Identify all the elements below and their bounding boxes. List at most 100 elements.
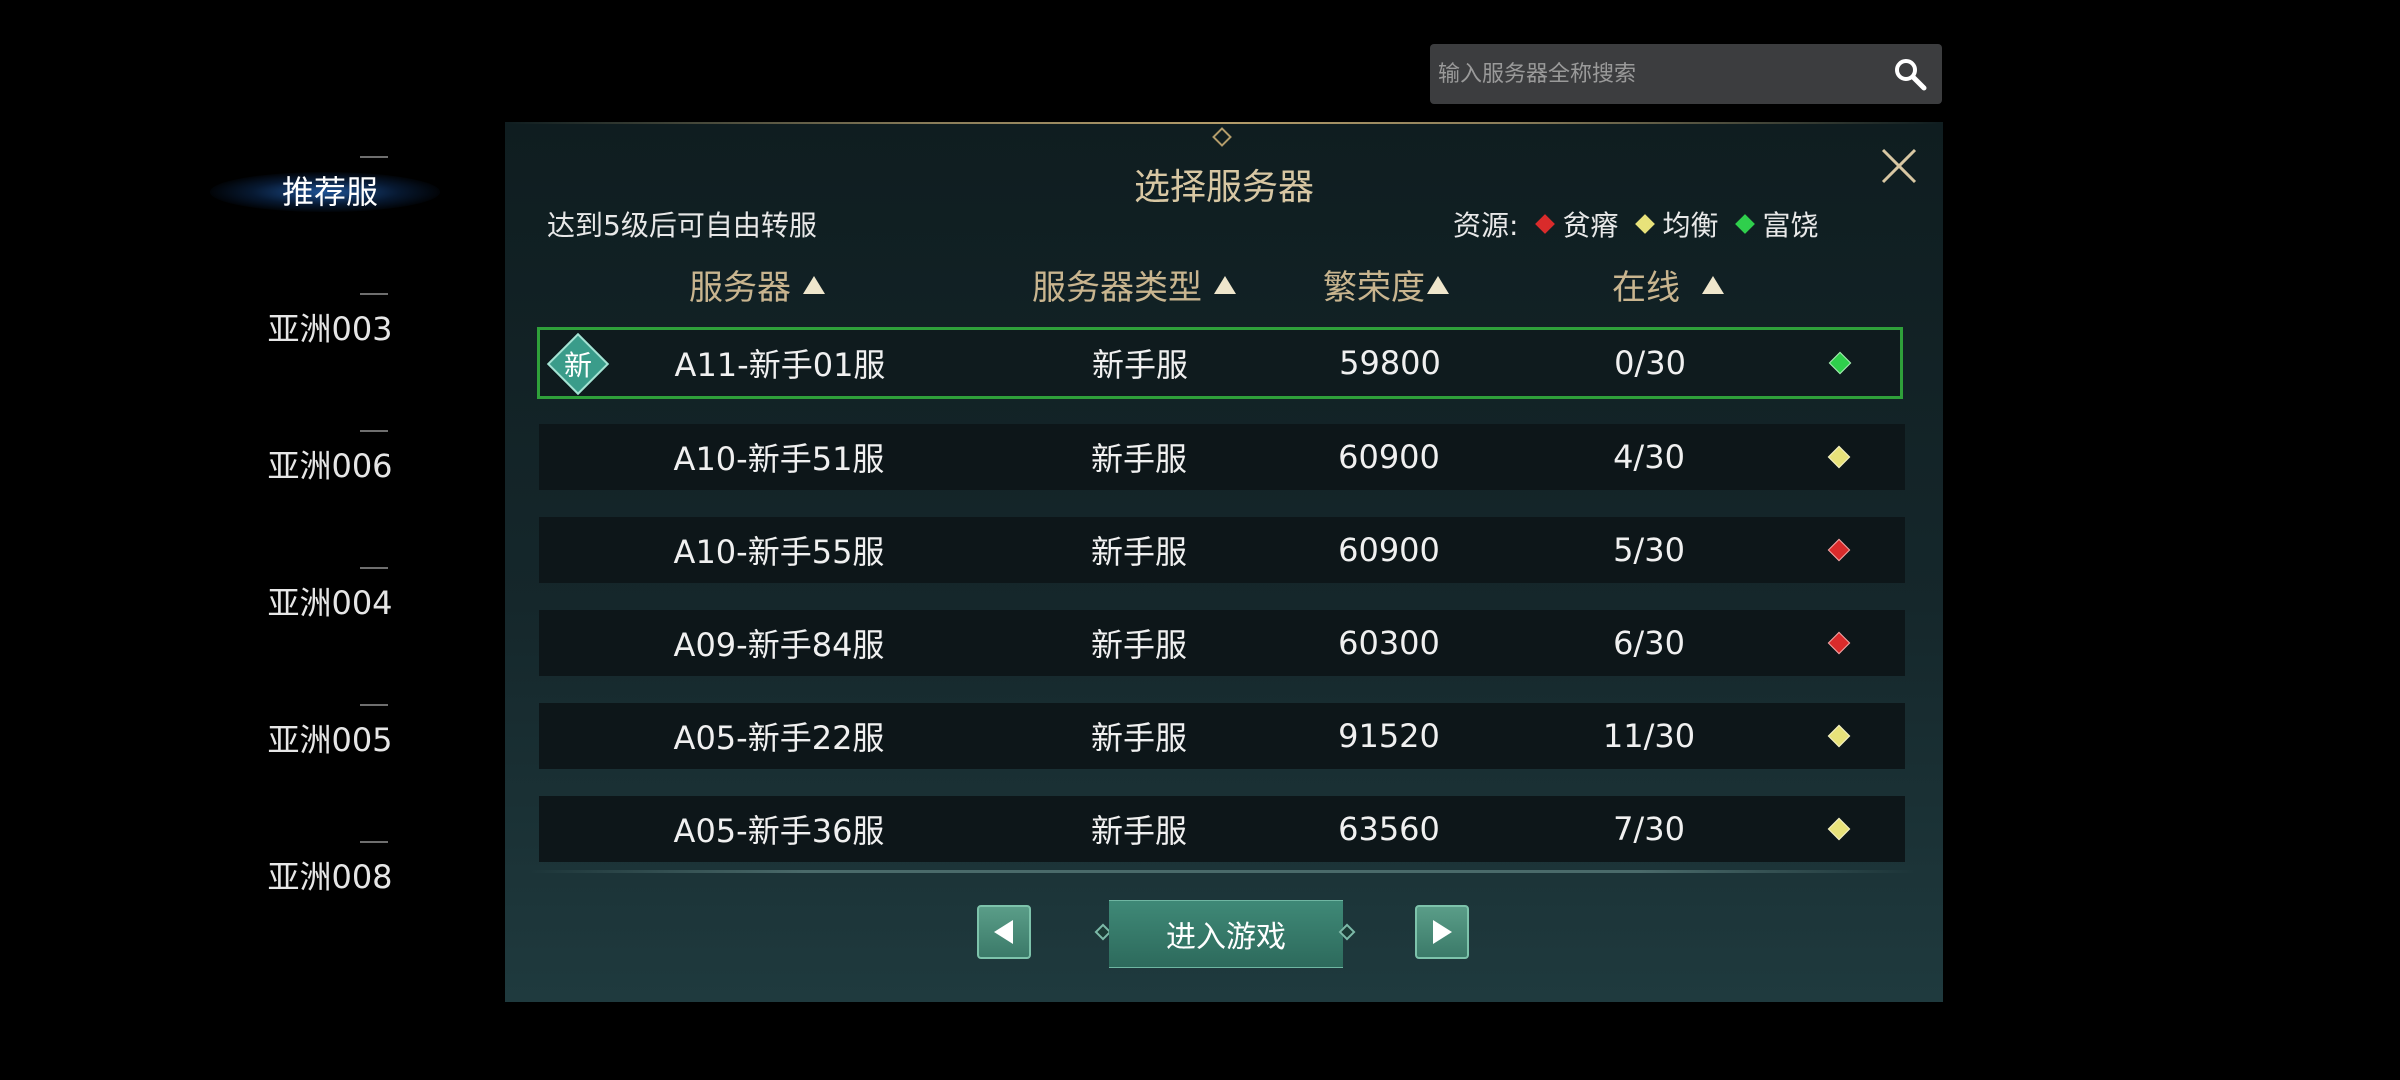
server-row[interactable]: A05-新手22服 新手服 91520 11/30 xyxy=(539,703,1905,769)
sort-ascending-icon xyxy=(1702,275,1724,294)
server-type: 新手服 xyxy=(1090,533,1187,571)
sort-by-online[interactable]: 在线 xyxy=(1612,260,1724,309)
resource-legend: 资源: 贫瘠 均衡 富饶 xyxy=(1453,204,1818,244)
server-online: 7/30 xyxy=(1613,810,1685,848)
search-bar xyxy=(1430,44,1942,104)
arrow-left-icon xyxy=(994,920,1013,944)
region-divider xyxy=(360,567,388,573)
server-select-screen: 推荐服 亚洲003 亚洲006 亚洲004 亚洲005 亚洲008 选择服务器 xyxy=(0,0,2400,1080)
table-header: 服务器 服务器类型 繁荣度 在线 xyxy=(505,260,1943,310)
panel-title: 选择服务器 xyxy=(1133,167,1314,208)
enter-game-button[interactable]: 进入游戏 xyxy=(1109,900,1343,968)
legend-item-rich: 富饶 xyxy=(1762,209,1819,242)
region-tab-label: 亚洲003 xyxy=(267,310,393,348)
resource-cell xyxy=(1799,703,1879,769)
rich-resource-diamond-icon xyxy=(1735,214,1756,234)
server-type: 新手服 xyxy=(1090,812,1187,850)
server-name: A10-新手55服 xyxy=(673,533,885,571)
region-tab-label: 亚洲006 xyxy=(267,447,393,485)
server-search-input[interactable] xyxy=(1430,44,1870,104)
resource-cell xyxy=(1799,424,1879,490)
server-prosperity: 59800 xyxy=(1339,344,1441,382)
legend-item-poor: 贫瘠 xyxy=(1562,209,1619,242)
server-prosperity: 60900 xyxy=(1338,438,1440,476)
region-tab-asia003[interactable]: 亚洲003 xyxy=(180,287,480,367)
column-header-prosperity: 繁荣度 xyxy=(1323,268,1425,308)
poor-resource-diamond-icon xyxy=(1827,631,1851,655)
region-tab-recommended[interactable]: 推荐服 xyxy=(180,150,480,230)
server-list-panel: 选择服务器 达到5级后可自由转服 资源: 贫瘠 均衡 富饶 服务器 服务器类型 xyxy=(505,122,1943,1002)
region-sidebar: 推荐服 亚洲003 亚洲006 亚洲004 亚洲005 亚洲008 xyxy=(180,150,480,930)
server-row[interactable]: A05-新手36服 新手服 63560 7/30 xyxy=(539,796,1905,862)
region-tab-asia005[interactable]: 亚洲005 xyxy=(180,698,480,778)
server-name: A05-新手36服 xyxy=(673,812,885,850)
sort-ascending-icon xyxy=(1427,275,1449,294)
server-type: 新手服 xyxy=(1090,719,1187,757)
column-header-online: 在线 xyxy=(1612,268,1680,308)
sort-ascending-icon xyxy=(803,275,825,294)
resource-cell xyxy=(1799,796,1879,862)
region-divider xyxy=(360,430,388,436)
region-tab-label: 推荐服 xyxy=(281,173,378,211)
sort-by-server[interactable]: 服务器 xyxy=(689,260,825,309)
sort-by-prosperity[interactable]: 繁荣度 xyxy=(1323,260,1449,309)
previous-page-button[interactable] xyxy=(977,905,1031,959)
rich-resource-diamond-icon xyxy=(1828,351,1852,375)
panel-ornament-diamond-icon xyxy=(1212,127,1232,147)
transfer-hint: 达到5级后可自由转服 xyxy=(547,209,817,242)
poor-resource-diamond-icon xyxy=(1827,538,1851,562)
server-name: A09-新手84服 xyxy=(673,626,885,664)
sort-ascending-icon xyxy=(1214,275,1236,294)
resource-cell xyxy=(1799,610,1879,676)
region-tab-asia004[interactable]: 亚洲004 xyxy=(180,561,480,641)
region-tab-label: 亚洲004 xyxy=(267,584,393,622)
list-bottom-divider xyxy=(527,870,1917,873)
server-online: 6/30 xyxy=(1613,624,1685,662)
server-name: A05-新手22服 xyxy=(673,719,885,757)
legend-item-balanced: 均衡 xyxy=(1662,209,1719,242)
region-divider xyxy=(360,841,388,847)
region-tab-label: 亚洲008 xyxy=(267,858,393,896)
balanced-resource-diamond-icon xyxy=(1635,214,1656,234)
server-name: A11-新手01服 xyxy=(674,346,886,384)
resource-cell xyxy=(1800,330,1880,396)
server-online: 4/30 xyxy=(1613,438,1685,476)
region-tab-asia008[interactable]: 亚洲008 xyxy=(180,835,480,915)
next-page-button[interactable] xyxy=(1415,905,1469,959)
server-row[interactable]: A09-新手84服 新手服 60300 6/30 xyxy=(539,610,1905,676)
balanced-resource-diamond-icon xyxy=(1827,724,1851,748)
server-row[interactable]: 新 A11-新手01服 新手服 59800 0/30 xyxy=(537,327,1903,399)
region-divider xyxy=(360,293,388,299)
sort-by-type[interactable]: 服务器类型 xyxy=(1032,260,1236,309)
balanced-resource-diamond-icon xyxy=(1827,445,1851,469)
server-online: 0/30 xyxy=(1614,344,1686,382)
server-prosperity: 60300 xyxy=(1338,624,1440,662)
panel-ornament-line xyxy=(505,122,1943,124)
server-online: 5/30 xyxy=(1613,531,1685,569)
server-type: 新手服 xyxy=(1090,626,1187,664)
server-name: A10-新手51服 xyxy=(673,440,885,478)
new-badge-label: 新 xyxy=(563,349,592,382)
server-row[interactable]: A10-新手55服 新手服 60900 5/30 xyxy=(539,517,1905,583)
arrow-right-icon xyxy=(1433,920,1452,944)
legend-label: 资源: xyxy=(1453,209,1519,242)
balanced-resource-diamond-icon xyxy=(1827,817,1851,841)
region-divider xyxy=(360,156,388,162)
close-icon[interactable] xyxy=(1875,142,1923,190)
region-tab-asia006[interactable]: 亚洲006 xyxy=(180,424,480,504)
poor-resource-diamond-icon xyxy=(1535,214,1556,234)
column-header-server: 服务器 xyxy=(689,268,791,308)
column-header-type: 服务器类型 xyxy=(1032,268,1202,308)
region-tab-label: 亚洲005 xyxy=(267,721,393,759)
region-divider xyxy=(360,704,388,710)
server-prosperity: 60900 xyxy=(1338,531,1440,569)
server-prosperity: 91520 xyxy=(1338,717,1440,755)
enter-game-label: 进入游戏 xyxy=(1166,920,1286,955)
server-row[interactable]: A10-新手51服 新手服 60900 4/30 xyxy=(539,424,1905,490)
server-type: 新手服 xyxy=(1090,440,1187,478)
server-type: 新手服 xyxy=(1091,346,1188,384)
server-prosperity: 63560 xyxy=(1338,810,1440,848)
server-online: 11/30 xyxy=(1602,717,1696,755)
search-icon[interactable] xyxy=(1892,56,1928,92)
resource-cell xyxy=(1799,517,1879,583)
